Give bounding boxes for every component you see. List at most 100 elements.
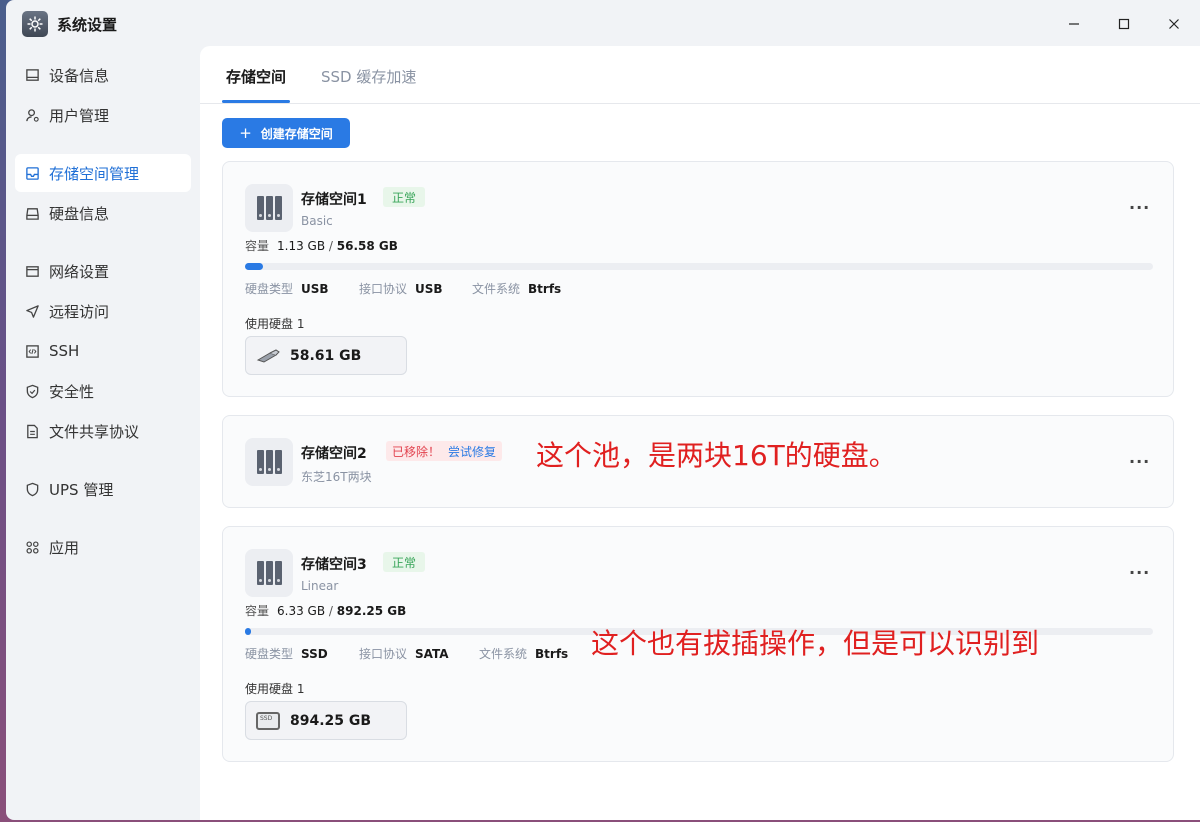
sidebar-item-security[interactable]: 安全性 [15,372,191,410]
network-icon [23,262,41,280]
sidebar-item-apps[interactable]: 应用 [15,528,191,566]
disk-size: 894.25 GB [290,712,372,729]
main-panel: 存储空间 SSD 缓存加速 + 创建存储空间 存储空间1 正常 Basic ··… [200,46,1200,820]
sidebar-item-label: 硬盘信息 [49,204,110,223]
disk-type-value: USB [301,282,329,296]
sidebar-item-label: SSH [49,342,80,360]
create-storage-label: 创建存储空间 [260,126,333,141]
disk-type-meta: 硬盘类型 USB [245,280,329,297]
plus-icon: + [239,124,252,142]
filesystem-value: Btrfs [528,282,562,296]
disk-type-label: 硬盘类型 [245,282,294,296]
active-tab-indicator [222,100,290,103]
capacity-bar-fill [245,628,251,635]
tab-ssd-cache[interactable]: SSD 缓存加速 [321,66,416,87]
capacity-line: 容量 1.13 GB / 56.58 GB [245,239,398,253]
capacity-line: 容量 6.33 GB / 892.25 GB [245,604,407,618]
ssd-icon [256,711,280,730]
sidebar-item-file-sharing[interactable]: 文件共享协议 [15,412,191,450]
close-button[interactable] [1160,10,1188,38]
more-menu-button[interactable]: ··· [1129,198,1150,217]
disk-type-label: 硬盘类型 [245,647,294,661]
capacity-total: 56.58 GB [336,239,398,253]
annotation-pool3: 这个也有拔插操作，但是可以识别到 [591,627,1040,660]
more-menu-button[interactable]: ··· [1129,452,1150,471]
user-icon [23,106,41,124]
pool-name: 存储空间2 [301,446,367,462]
create-storage-button[interactable]: + 创建存储空间 [222,118,350,148]
ups-shield-icon [23,480,41,498]
apps-icon [23,538,41,556]
tab-bar: 存储空间 SSD 缓存加速 [200,46,1200,104]
sidebar-item-users[interactable]: 用户管理 [15,96,191,134]
filesystem-meta: 文件系统 Btrfs [479,645,568,662]
capacity-label: 容量 [245,239,270,253]
maximize-button[interactable] [1110,10,1138,38]
sidebar-item-ssh[interactable]: SSH [15,332,191,370]
status-badge-removed: 已移除！ 尝试修复 [386,441,503,461]
sidebar-item-label: 存储空间管理 [49,164,140,183]
storage-icon [23,164,41,182]
sidebar-item-network[interactable]: 网络设置 [15,252,191,290]
pool-raid-type: Basic [301,214,333,228]
send-icon [23,302,41,320]
pool-name: 存储空间3 [301,557,367,573]
sidebar-item-label: 应用 [49,538,80,557]
sidebar: 设备信息 用户管理 存储空间管理 硬盘信息 网络设置 远程访问 SSH 安全性 [6,46,200,820]
capacity-label: 容量 [245,604,270,618]
capacity-total: 892.25 GB [336,604,407,618]
annotation-pool2: 这个池，是两块16T的硬盘。 [536,439,897,472]
interface-meta: 接口协议 SATA [359,645,449,662]
minimize-button[interactable] [1060,10,1088,38]
storage-pool-icon [245,438,293,486]
sidebar-item-label: 安全性 [49,382,95,401]
sidebar-item-device-info[interactable]: 设备信息 [15,56,191,94]
disk-size: 58.61 GB [290,347,362,364]
settings-gear-icon [22,11,48,37]
pool-name: 存储空间1 [301,192,367,208]
sidebar-item-label: 网络设置 [49,262,110,281]
capacity-bar-fill [245,263,263,270]
sidebar-item-disk-info[interactable]: 硬盘信息 [15,194,191,232]
filesystem-meta: 文件系统 Btrfs [472,280,561,297]
window-title: 系统设置 [57,16,118,34]
used-disks-label: 使用硬盘 1 [245,317,305,331]
disk-chip[interactable]: 894.25 GB [245,701,407,740]
minimize-icon [1069,23,1079,25]
sidebar-item-remote-access[interactable]: 远程访问 [15,292,191,330]
tab-storage[interactable]: 存储空间 [226,66,286,87]
status-badge: 正常 [383,187,426,207]
title-bar: 系统设置 [6,0,1200,46]
storage-pool-icon [245,549,293,597]
filesystem-value: Btrfs [535,647,569,661]
repair-link[interactable]: 尝试修复 [448,443,496,460]
disk-type-value: SSD [301,647,328,661]
status-badge: 正常 [383,552,426,572]
usb-drive-icon [256,348,280,363]
capacity-bar [245,263,1153,270]
settings-window: 系统设置 设备信息 用户管理 存储空间管理 硬盘信息 网络设置 远程访问 SSH… [6,0,1200,820]
interface-meta: 接口协议 USB [359,280,443,297]
interface-label: 接口协议 [359,282,408,296]
filesystem-label: 文件系统 [472,282,521,296]
pool-description: 东芝16T两块 [301,470,372,484]
disk-icon [23,204,41,222]
sidebar-item-ups[interactable]: UPS 管理 [15,470,191,508]
interface-value: SATA [415,647,449,661]
sidebar-item-storage[interactable]: 存储空间管理 [15,154,191,192]
monitor-icon [23,66,41,84]
sidebar-item-label: UPS 管理 [49,480,114,499]
pool-raid-type: Linear [301,579,339,593]
capacity-used: 6.33 GB [277,604,326,618]
disk-chip[interactable]: 58.61 GB [245,336,407,375]
removed-label: 已移除！ [392,444,441,459]
capacity-used: 1.13 GB [277,239,326,253]
maximize-icon [1118,18,1130,30]
interface-value: USB [415,282,443,296]
sidebar-item-label: 用户管理 [49,106,110,125]
interface-label: 接口协议 [359,647,408,661]
filesystem-label: 文件系统 [479,647,528,661]
code-icon [23,342,41,360]
close-icon [1169,19,1179,29]
more-menu-button[interactable]: ··· [1129,563,1150,582]
